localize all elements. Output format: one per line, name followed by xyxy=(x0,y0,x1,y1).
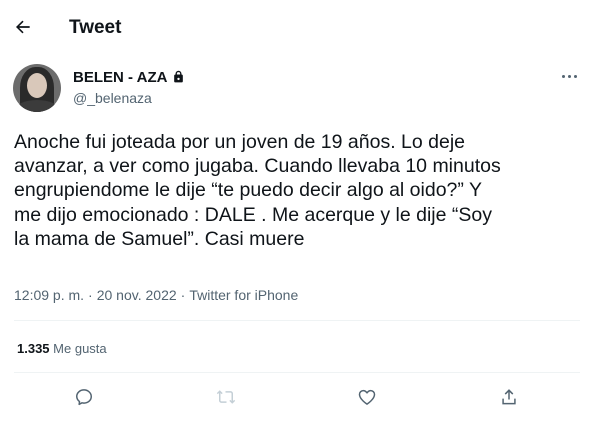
reply-icon xyxy=(76,389,92,406)
more-dot xyxy=(567,74,571,78)
page-title: Tweet xyxy=(69,17,122,38)
top-bar: Tweet xyxy=(0,0,595,56)
tweet-text: Anoche fui joteada por un joven de 19 añ… xyxy=(14,131,501,250)
like-button[interactable] xyxy=(355,385,379,409)
avatar[interactable] xyxy=(13,64,61,112)
reply-button[interactable] xyxy=(72,385,96,409)
more-dot xyxy=(573,74,577,78)
arrow-left-icon xyxy=(16,20,30,34)
action-bar xyxy=(0,385,595,409)
meta-separator: · xyxy=(88,287,93,303)
retweet-button[interactable] xyxy=(214,385,238,409)
divider xyxy=(14,320,580,321)
retweet-icon xyxy=(216,390,236,404)
meta-separator: · xyxy=(180,287,186,303)
back-button[interactable] xyxy=(10,14,36,40)
tweet-meta: 12:09 p. m. · 20 nov. 2022 · Twitter for… xyxy=(14,287,298,303)
likes-label: Me gusta xyxy=(53,341,107,356)
lock-icon xyxy=(174,70,184,83)
likes-stat[interactable]: 1.335 Me gusta xyxy=(17,341,107,356)
display-name[interactable]: BELEN - AZA xyxy=(73,69,167,86)
divider xyxy=(14,372,580,373)
heart-icon xyxy=(358,389,376,405)
author-info: BELEN - AZA @_belenaza xyxy=(73,68,185,106)
more-options-button[interactable] xyxy=(556,66,582,86)
share-icon xyxy=(502,389,516,405)
share-button[interactable] xyxy=(497,385,521,409)
user-handle[interactable]: @_belenaza xyxy=(73,90,185,106)
likes-count: 1.335 xyxy=(17,341,50,356)
more-dot xyxy=(561,74,565,78)
tweet-date[interactable]: 20 nov. 2022 xyxy=(97,287,177,303)
tweet-source[interactable]: Twitter for iPhone xyxy=(189,287,298,303)
tweet-time[interactable]: 12:09 p. m. xyxy=(14,287,84,303)
